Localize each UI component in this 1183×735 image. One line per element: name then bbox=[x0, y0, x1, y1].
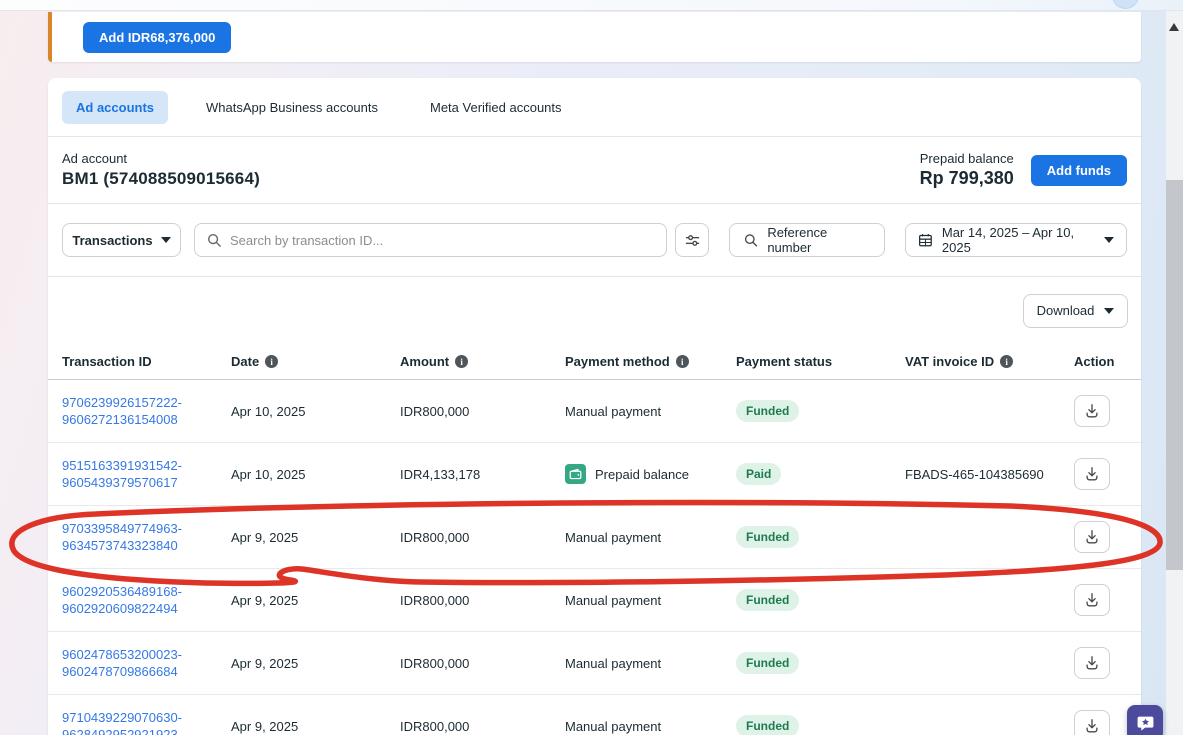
account-type-tabs: Ad accounts WhatsApp Business accounts M… bbox=[48, 78, 1141, 137]
download-invoice-button[interactable] bbox=[1074, 458, 1110, 490]
amount-cell: IDR800,000 bbox=[400, 530, 565, 545]
prepaid-balance-label: Prepaid balance bbox=[920, 151, 1014, 166]
transaction-id-link[interactable]: 9602478653200023-9602478709866684 bbox=[62, 646, 182, 680]
payment-method-cell: Manual payment bbox=[565, 530, 661, 545]
transaction-id-link[interactable]: 9602920536489168-9602920609822494 bbox=[62, 583, 182, 617]
status-badge: Funded bbox=[736, 526, 799, 548]
table-row: 9710439229070630-9628492952921923 Apr 9,… bbox=[48, 695, 1141, 735]
prepaid-balance-value: Rp 799,380 bbox=[920, 168, 1014, 189]
payment-method-cell: Manual payment bbox=[565, 719, 661, 734]
table-row-circled: 9703395849774963-9634573743323840 Apr 9,… bbox=[48, 506, 1141, 569]
search-placeholder: Search by transaction ID... bbox=[230, 233, 383, 248]
account-header: Ad account BM1 (574088509015664) Prepaid… bbox=[48, 137, 1141, 204]
transaction-search-input[interactable]: Search by transaction ID... bbox=[194, 223, 667, 257]
billing-payments-page: Add IDR68,376,000 Ad accounts WhatsApp B… bbox=[0, 0, 1183, 735]
status-badge: Funded bbox=[736, 589, 799, 611]
search-icon bbox=[744, 233, 758, 248]
chevron-down-icon bbox=[1104, 237, 1114, 243]
prepaid-wallet-icon bbox=[565, 464, 586, 484]
download-icon bbox=[1084, 529, 1100, 545]
date-cell: Apr 9, 2025 bbox=[231, 719, 400, 734]
status-badge: Paid bbox=[736, 463, 781, 485]
payment-method-cell: Manual payment bbox=[565, 404, 661, 419]
col-action: Action bbox=[1074, 354, 1114, 369]
download-invoice-button[interactable] bbox=[1074, 521, 1110, 553]
col-transaction-id: Transaction ID bbox=[62, 354, 152, 369]
chevron-down-icon bbox=[161, 237, 171, 243]
date-range-label: Mar 14, 2025 – Apr 10, 2025 bbox=[942, 225, 1095, 255]
col-vat-invoice-id: VAT invoice ID bbox=[905, 354, 994, 369]
transaction-id-link[interactable]: 9515163391931542-9605439379570617 bbox=[62, 457, 182, 491]
pending-amount-card: Add IDR68,376,000 bbox=[48, 12, 1141, 62]
payment-method-cell: Manual payment bbox=[565, 656, 661, 671]
transaction-id-link[interactable]: 9710439229070630-9628492952921923 bbox=[62, 709, 182, 735]
top-navigation-band bbox=[0, 0, 1183, 11]
info-icon[interactable]: i bbox=[265, 355, 278, 368]
table-row: 9602478653200023-9602478709866684 Apr 9,… bbox=[48, 632, 1141, 695]
date-cell: Apr 10, 2025 bbox=[231, 467, 400, 482]
download-invoice-button[interactable] bbox=[1074, 710, 1110, 735]
filter-settings-button[interactable] bbox=[675, 223, 709, 257]
amount-cell: IDR800,000 bbox=[400, 593, 565, 608]
col-payment-status: Payment status bbox=[736, 354, 832, 369]
col-date: Date bbox=[231, 354, 259, 369]
download-dropdown-button[interactable]: Download bbox=[1023, 294, 1128, 328]
scrollbar-up-arrow[interactable] bbox=[1169, 23, 1179, 31]
tab-ad-accounts[interactable]: Ad accounts bbox=[62, 91, 168, 124]
table-row: 9706239926157222-9606272136154008 Apr 10… bbox=[48, 380, 1141, 443]
chat-bubble-star-icon bbox=[1136, 714, 1155, 733]
add-amount-button[interactable]: Add IDR68,376,000 bbox=[83, 22, 231, 53]
amount-cell: IDR800,000 bbox=[400, 656, 565, 671]
info-icon[interactable]: i bbox=[1000, 355, 1013, 368]
add-funds-button[interactable]: Add funds bbox=[1031, 155, 1127, 186]
table-header-row: Transaction ID Datei Amounti Payment met… bbox=[48, 344, 1141, 380]
status-badge: Funded bbox=[736, 400, 799, 422]
amount-cell: IDR4,133,178 bbox=[400, 467, 565, 482]
download-icon bbox=[1084, 718, 1100, 734]
table-actions-row: Download bbox=[48, 277, 1141, 344]
amount-cell: IDR800,000 bbox=[400, 404, 565, 419]
payment-method-cell: Prepaid balance bbox=[595, 467, 689, 482]
info-icon[interactable]: i bbox=[455, 355, 468, 368]
col-payment-method: Payment method bbox=[565, 354, 670, 369]
download-icon bbox=[1084, 592, 1100, 608]
scrollbar-thumb[interactable] bbox=[1166, 180, 1183, 570]
download-invoice-button[interactable] bbox=[1074, 584, 1110, 616]
transaction-id-link[interactable]: 9706239926157222-9606272136154008 bbox=[62, 394, 182, 428]
download-icon bbox=[1084, 403, 1100, 419]
account-type-label: Ad account bbox=[62, 151, 260, 166]
tab-meta-verified-accounts[interactable]: Meta Verified accounts bbox=[416, 91, 576, 124]
status-badge: Funded bbox=[736, 715, 799, 735]
calendar-icon bbox=[918, 232, 933, 248]
payment-method-cell: Manual payment bbox=[565, 593, 661, 608]
download-invoice-button[interactable] bbox=[1074, 395, 1110, 427]
date-cell: Apr 10, 2025 bbox=[231, 404, 400, 419]
tab-whatsapp-business-accounts[interactable]: WhatsApp Business accounts bbox=[192, 91, 392, 124]
status-badge: Funded bbox=[736, 652, 799, 674]
download-icon bbox=[1084, 466, 1100, 482]
table-row: 9602920536489168-9602920609822494 Apr 9,… bbox=[48, 569, 1141, 632]
accounts-card: Ad accounts WhatsApp Business accounts M… bbox=[48, 78, 1141, 735]
date-cell: Apr 9, 2025 bbox=[231, 656, 400, 671]
search-icon bbox=[207, 233, 222, 248]
account-name: BM1 (574088509015664) bbox=[62, 169, 260, 189]
amount-cell: IDR800,000 bbox=[400, 719, 565, 734]
chevron-down-icon bbox=[1104, 308, 1114, 314]
download-invoice-button[interactable] bbox=[1074, 647, 1110, 679]
download-icon bbox=[1084, 655, 1100, 671]
table-row: 9515163391931542-9605439379570617 Apr 10… bbox=[48, 443, 1141, 506]
filter-toolbar: Transactions Search by transaction ID... bbox=[48, 204, 1141, 277]
transactions-type-dropdown[interactable]: Transactions bbox=[62, 223, 181, 257]
transaction-id-link[interactable]: 9703395849774963-9634573743323840 bbox=[62, 520, 182, 554]
date-cell: Apr 9, 2025 bbox=[231, 593, 400, 608]
date-range-picker[interactable]: Mar 14, 2025 – Apr 10, 2025 bbox=[905, 223, 1127, 257]
date-cell: Apr 9, 2025 bbox=[231, 530, 400, 545]
vat-invoice-cell: FBADS-465-104385690 bbox=[905, 467, 1074, 482]
support-chat-button[interactable] bbox=[1127, 705, 1163, 735]
sliders-icon bbox=[684, 232, 701, 249]
col-amount: Amount bbox=[400, 354, 449, 369]
reference-number-search[interactable]: Reference number bbox=[729, 223, 885, 257]
info-icon[interactable]: i bbox=[676, 355, 689, 368]
vertical-scrollbar[interactable] bbox=[1166, 11, 1183, 735]
